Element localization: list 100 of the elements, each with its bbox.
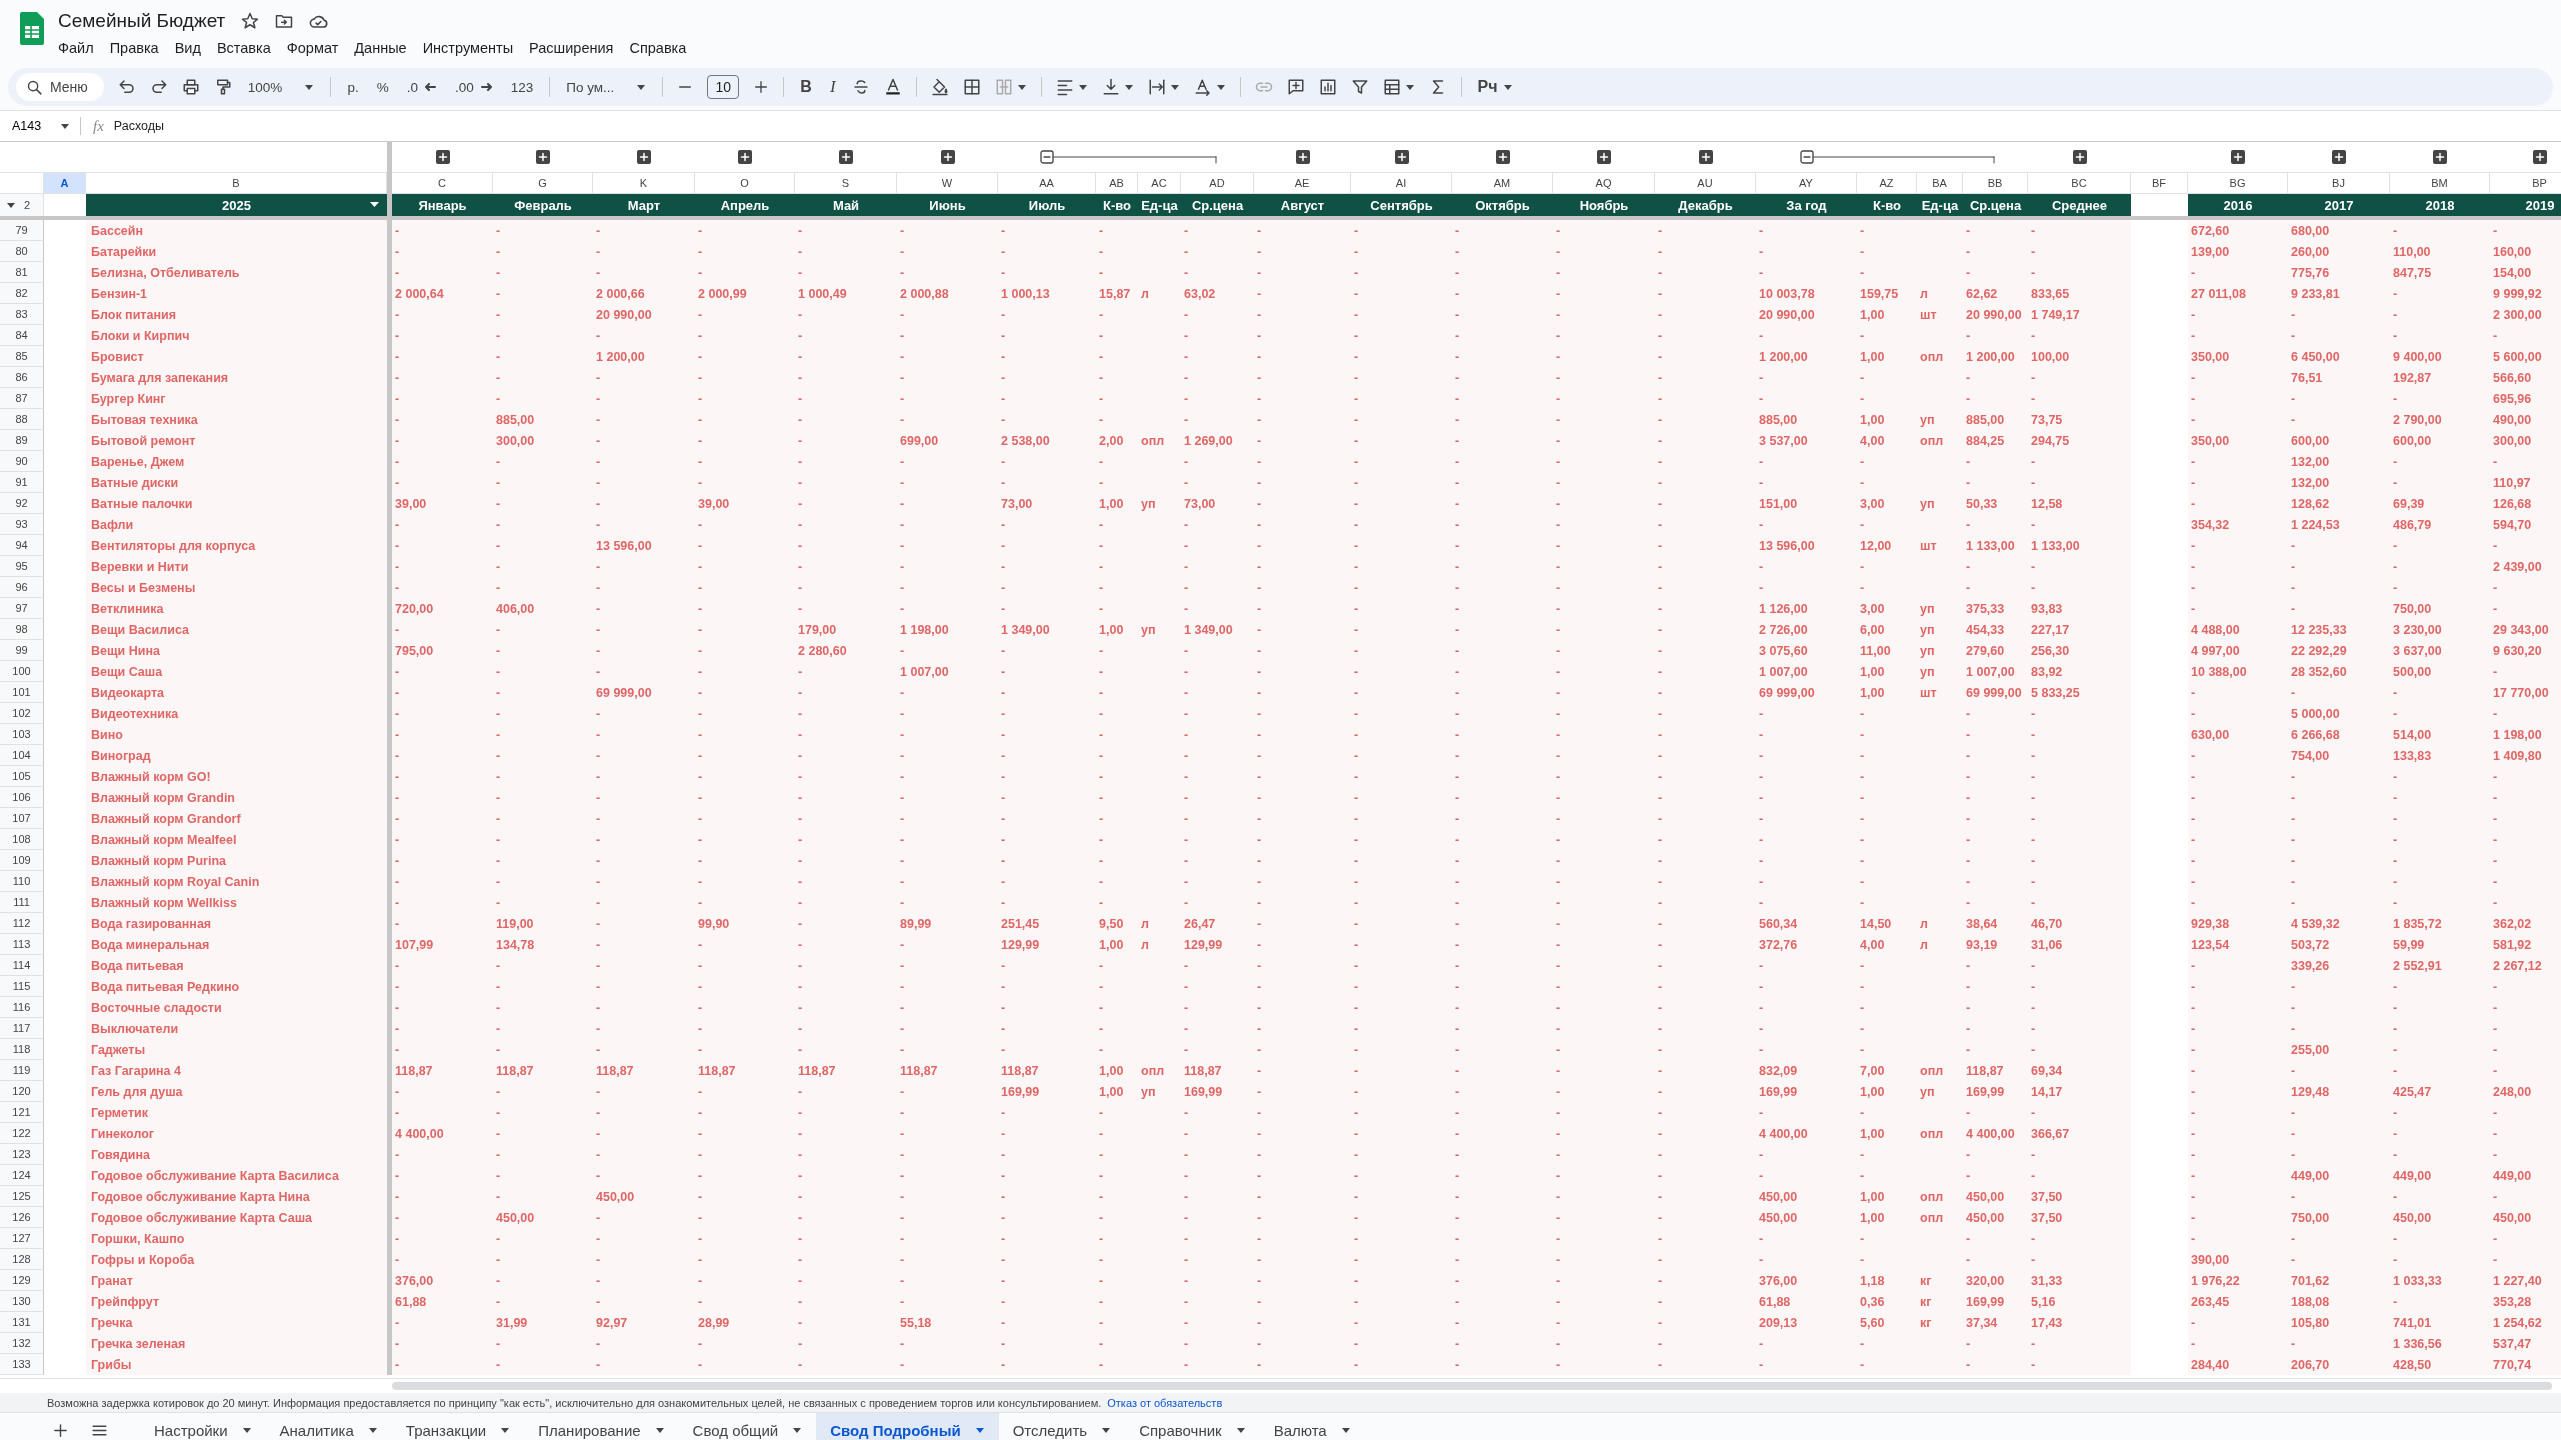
caret-icon[interactable] xyxy=(792,1426,803,1434)
menu-item[interactable]: Инструменты xyxy=(414,38,522,58)
caret-icon[interactable] xyxy=(304,83,315,91)
caret-icon[interactable] xyxy=(1404,83,1415,91)
expand-group-button[interactable] xyxy=(1495,150,1510,164)
filter-icon[interactable] xyxy=(1350,78,1369,96)
caret-icon[interactable] xyxy=(1016,83,1027,91)
caret-icon[interactable] xyxy=(367,1426,378,1434)
expand-group-button[interactable] xyxy=(2332,150,2346,164)
document-title[interactable]: Семейный Бюджет xyxy=(58,10,226,32)
caret-icon[interactable] xyxy=(1077,83,1088,91)
menu-item[interactable]: Формат xyxy=(278,38,347,58)
column-header[interactable]: C xyxy=(392,172,493,194)
horizontal-scrollbar[interactable] xyxy=(392,1382,2552,1390)
caret-icon[interactable] xyxy=(60,122,70,130)
expand-group-button[interactable] xyxy=(1394,150,1409,164)
menu-item[interactable]: Расширения xyxy=(521,38,622,58)
menu-item[interactable]: Данные xyxy=(346,38,415,58)
sheet-tab[interactable]: Отследить xyxy=(998,1413,1126,1440)
fill-color-icon[interactable] xyxy=(930,78,949,96)
caret-icon[interactable] xyxy=(241,1426,252,1434)
strikethrough-icon[interactable] xyxy=(851,78,870,96)
caret-icon[interactable] xyxy=(1101,1426,1112,1434)
expand-group-button[interactable] xyxy=(2533,150,2547,164)
column-header[interactable]: AU xyxy=(1655,172,1756,194)
font-size-field[interactable]: 10 xyxy=(707,75,740,99)
sheet-tab[interactable]: Настройки xyxy=(140,1413,266,1440)
sheet-tab[interactable]: Планирование xyxy=(524,1413,679,1440)
folder-icon[interactable] xyxy=(275,12,294,30)
text-color-icon[interactable] xyxy=(883,78,902,96)
caret-icon[interactable] xyxy=(1235,1426,1246,1434)
plus-icon[interactable] xyxy=(753,79,770,95)
sheet-tab[interactable]: Валюта xyxy=(1259,1413,1365,1440)
column-header[interactable]: AI xyxy=(1351,172,1452,194)
caret-icon[interactable] xyxy=(974,1426,985,1434)
formula-field[interactable]: Расходы xyxy=(113,115,2561,137)
sheet-tab[interactable]: Свод общий xyxy=(678,1413,817,1440)
expand-group-button[interactable] xyxy=(1295,150,1310,164)
caret-icon[interactable] xyxy=(500,1426,511,1434)
column-header[interactable]: W xyxy=(897,172,998,194)
column-header[interactable]: AY xyxy=(1756,172,1857,194)
borders-icon[interactable] xyxy=(962,78,981,96)
input-tools-button[interactable]: Рч xyxy=(1475,78,1515,96)
menu-item[interactable]: Вид xyxy=(166,38,209,58)
column-header[interactable]: K xyxy=(593,172,695,194)
expand-group-button[interactable] xyxy=(435,150,450,164)
column-header[interactable]: BF xyxy=(2131,172,2188,194)
menu-item[interactable]: Правка xyxy=(101,38,167,58)
currency-format-button[interactable]: р. xyxy=(345,79,361,95)
column-header[interactable]: AE xyxy=(1254,172,1351,194)
expand-group-button[interactable] xyxy=(940,150,955,164)
caret-icon[interactable] xyxy=(1502,83,1513,91)
caret-icon[interactable] xyxy=(1123,83,1134,91)
sheet-tab[interactable]: Транзакции xyxy=(391,1413,525,1440)
caret-icon[interactable] xyxy=(1215,83,1226,91)
menu-item[interactable]: Файл xyxy=(50,38,102,58)
filter-dropdown-icon[interactable] xyxy=(370,202,379,207)
undo-icon[interactable] xyxy=(117,78,136,96)
column-header[interactable]: BC xyxy=(2028,172,2131,194)
caret-icon[interactable] xyxy=(1169,83,1180,91)
bold-button[interactable]: B xyxy=(798,78,814,96)
arrow-right-icon[interactable] xyxy=(478,83,493,91)
column-header[interactable]: AQ xyxy=(1553,172,1655,194)
decrease-decimals-button[interactable]: .0 xyxy=(404,79,439,95)
sheet-tab[interactable]: Аналитика xyxy=(265,1413,392,1440)
chart-icon[interactable] xyxy=(1318,78,1337,96)
expand-group-button[interactable] xyxy=(1597,150,1611,164)
expand-group-button[interactable] xyxy=(738,150,752,164)
sheet-tab[interactable]: Свод Подробный xyxy=(816,1413,999,1440)
print-icon[interactable] xyxy=(181,78,200,96)
column-header[interactable]: BM xyxy=(2390,172,2490,194)
column-header[interactable]: AA xyxy=(998,172,1096,194)
italic-button[interactable]: I xyxy=(827,77,838,97)
caret-icon[interactable] xyxy=(1340,1426,1351,1434)
zoom-dropdown[interactable]: 100% xyxy=(245,79,317,95)
menu-item[interactable]: Справка xyxy=(621,38,695,58)
column-header[interactable]: AM xyxy=(1452,172,1553,194)
caret-icon[interactable] xyxy=(6,201,16,209)
search-icon[interactable] xyxy=(26,78,43,96)
expand-group-button[interactable] xyxy=(1698,150,1713,164)
disclaimer-link[interactable]: Отказ от обязательств xyxy=(1107,1396,1223,1409)
expand-group-button[interactable] xyxy=(839,150,853,164)
column-header[interactable]: BJ xyxy=(2288,172,2390,194)
column-header[interactable]: BG xyxy=(2188,172,2288,194)
menu-search-button[interactable]: Меню xyxy=(16,73,104,101)
collapse-group-bracket[interactable] xyxy=(1040,150,1217,164)
caret-icon[interactable] xyxy=(654,1426,665,1434)
add-sheet-icon[interactable] xyxy=(52,1421,69,1439)
text-wrap-icon[interactable] xyxy=(1147,78,1166,96)
arrow-left-icon[interactable] xyxy=(422,83,437,91)
align-left-icon[interactable] xyxy=(1055,78,1074,96)
caret-icon[interactable] xyxy=(636,83,647,91)
comment-icon[interactable] xyxy=(1286,78,1305,96)
table-icon[interactable] xyxy=(1382,78,1401,96)
font-dropdown[interactable]: По ум... xyxy=(564,79,649,95)
column-header[interactable]: B xyxy=(86,172,387,194)
text-rotation-icon[interactable] xyxy=(1193,78,1212,96)
redo-icon[interactable] xyxy=(149,78,168,96)
collapse-group-bracket[interactable] xyxy=(1800,150,1995,164)
vertical-align-icon[interactable] xyxy=(1101,78,1120,96)
